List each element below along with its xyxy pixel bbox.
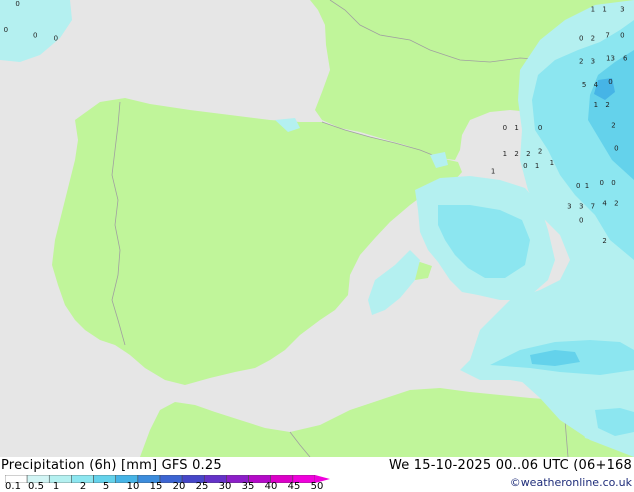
legend-tick-label: 20 xyxy=(172,481,186,492)
precip-value-label: 2 xyxy=(526,150,530,158)
precip-value-label: 7 xyxy=(605,32,609,40)
precip-value-label: 5 xyxy=(582,81,586,89)
precip-value-label: 0 xyxy=(33,32,37,40)
legend-tick-label: 45 xyxy=(287,481,301,492)
precip-value-label: 0 xyxy=(579,217,583,225)
precip-value-label: 0 xyxy=(503,124,507,132)
precip-value-label: 3 xyxy=(567,202,571,210)
precip-value-label: 1 xyxy=(594,101,598,109)
precip-value-label: 0 xyxy=(4,26,8,34)
precip-value-label: 1 xyxy=(491,168,495,176)
legend-tick-label: 0.1 xyxy=(5,481,21,492)
legend-panel: Precipitation (6h) [mm] GFS 0.25 We 15-1… xyxy=(0,457,634,492)
legend-tick-label: 5 xyxy=(102,481,110,492)
precip-value-label: 2 xyxy=(514,150,518,158)
legend-tick-label: 15 xyxy=(149,481,163,492)
precip-value-label: 0 xyxy=(15,0,19,8)
precipitation-map: 0 0 0 0 1 1 3 0 2 7 0 2 3 13 6 5 4 0 1 2 2 0 0 1 0 1 2 2 2 0 1 1 1 0 1 0 0 3 3… xyxy=(0,0,634,457)
legend-tick-label: 30 xyxy=(218,481,232,492)
precip-value-label: 2 xyxy=(579,58,583,66)
precip-value-label: 2 xyxy=(614,199,618,207)
valid-datetime: We 15-10-2025 00..06 UTC (06+168 xyxy=(388,458,632,473)
precip-value-label: 0 xyxy=(608,78,612,86)
precip-value-label: 0 xyxy=(599,179,603,187)
precip-value-label: 0 xyxy=(576,182,580,190)
legend-tick-label: 1 xyxy=(52,481,60,492)
legend-tick-label: 40 xyxy=(264,481,278,492)
legend-tick-label: 10 xyxy=(126,481,140,492)
precip-value-label: 1 xyxy=(585,182,589,190)
precip-value-label: 13 xyxy=(606,55,615,63)
precip-value-label: 2 xyxy=(611,121,615,129)
precip-value-label: 4 xyxy=(594,81,599,89)
precip-value-label: 0 xyxy=(538,124,542,132)
legend-tick-label: 0.5 xyxy=(28,481,44,492)
precip-value-label: 7 xyxy=(591,202,595,210)
precip-value-label: 1 xyxy=(602,6,606,14)
map-canvas: 000 01 1 30 2 7 02 3 13 65 4 01 2200 1 01 2 2 20 1 110 1 0 03 3… xyxy=(0,0,634,457)
precip-value-label: 2 xyxy=(605,101,609,109)
product-title: Precipitation (6h) [mm] GFS 0.25 xyxy=(1,458,222,473)
precip-value-label: 1 xyxy=(550,159,554,167)
credit-link[interactable]: ©weatheronline.co.uk xyxy=(510,476,632,489)
precip-value-label: 0 xyxy=(523,162,527,170)
legend-tick-label: 35 xyxy=(241,481,255,492)
precip-value-label: 0 xyxy=(611,179,615,187)
precip-value-label: 2 xyxy=(538,147,542,155)
precip-value-label: 3 xyxy=(579,202,583,210)
precip-value-label: 3 xyxy=(591,58,595,66)
precip-value-label: 2 xyxy=(602,237,606,245)
legend-tick-label: 50 xyxy=(310,481,324,492)
precip-value-label: 3 xyxy=(620,6,624,14)
precip-value-label: 1 xyxy=(503,150,507,158)
precip-value-label: 4 xyxy=(602,199,607,207)
precip-value-label: 2 xyxy=(591,35,595,43)
precip-value-label: 6 xyxy=(623,55,628,63)
legend-tick-label: 25 xyxy=(195,481,209,492)
precip-value-label: 0 xyxy=(579,35,583,43)
precip-value-label: 1 xyxy=(535,162,539,170)
legend-tick-label: 2 xyxy=(79,481,87,492)
precip-value-label: 1 xyxy=(591,6,595,14)
precip-value-label: 0 xyxy=(54,35,58,43)
precip-value-label: 0 xyxy=(614,144,618,152)
precip-value-label: 1 xyxy=(514,124,518,132)
precip-value-label: 0 xyxy=(620,32,624,40)
